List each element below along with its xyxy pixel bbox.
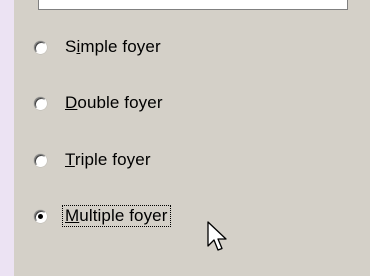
radio-option-triple-foyer[interactable]: Triple foyer bbox=[34, 148, 153, 172]
radio-label-simple-foyer[interactable]: Simple foyer bbox=[63, 37, 163, 57]
radio-button-double-foyer[interactable] bbox=[34, 96, 47, 110]
access-key: M bbox=[65, 206, 80, 225]
mouse-pointer-icon bbox=[207, 221, 227, 251]
label-part: riple foyer bbox=[74, 150, 151, 169]
radio-button-multiple-foyer[interactable] bbox=[34, 209, 47, 223]
label-part: mple foyer bbox=[80, 37, 161, 56]
radio-label-multiple-foyer[interactable]: Multiple foyer bbox=[62, 205, 171, 227]
label-part: S bbox=[65, 37, 77, 56]
radio-label-double-foyer[interactable]: Double foyer bbox=[63, 93, 165, 113]
label-part: ouble foyer bbox=[77, 93, 163, 112]
radio-option-double-foyer[interactable]: Double foyer bbox=[34, 91, 165, 115]
radio-label-triple-foyer[interactable]: Triple foyer bbox=[63, 150, 153, 170]
radio-dot bbox=[38, 213, 43, 219]
left-background-strip bbox=[0, 0, 14, 276]
top-control-edge bbox=[38, 0, 348, 10]
radio-option-simple-foyer[interactable]: Simple foyer bbox=[34, 35, 163, 59]
access-key: T bbox=[65, 150, 75, 169]
radio-button-triple-foyer[interactable] bbox=[34, 153, 47, 167]
access-key: D bbox=[65, 93, 78, 112]
label-part: ultiple foyer bbox=[79, 206, 168, 225]
radio-button-simple-foyer[interactable] bbox=[34, 40, 47, 54]
radio-option-multiple-foyer[interactable]: Multiple foyer bbox=[34, 204, 171, 228]
